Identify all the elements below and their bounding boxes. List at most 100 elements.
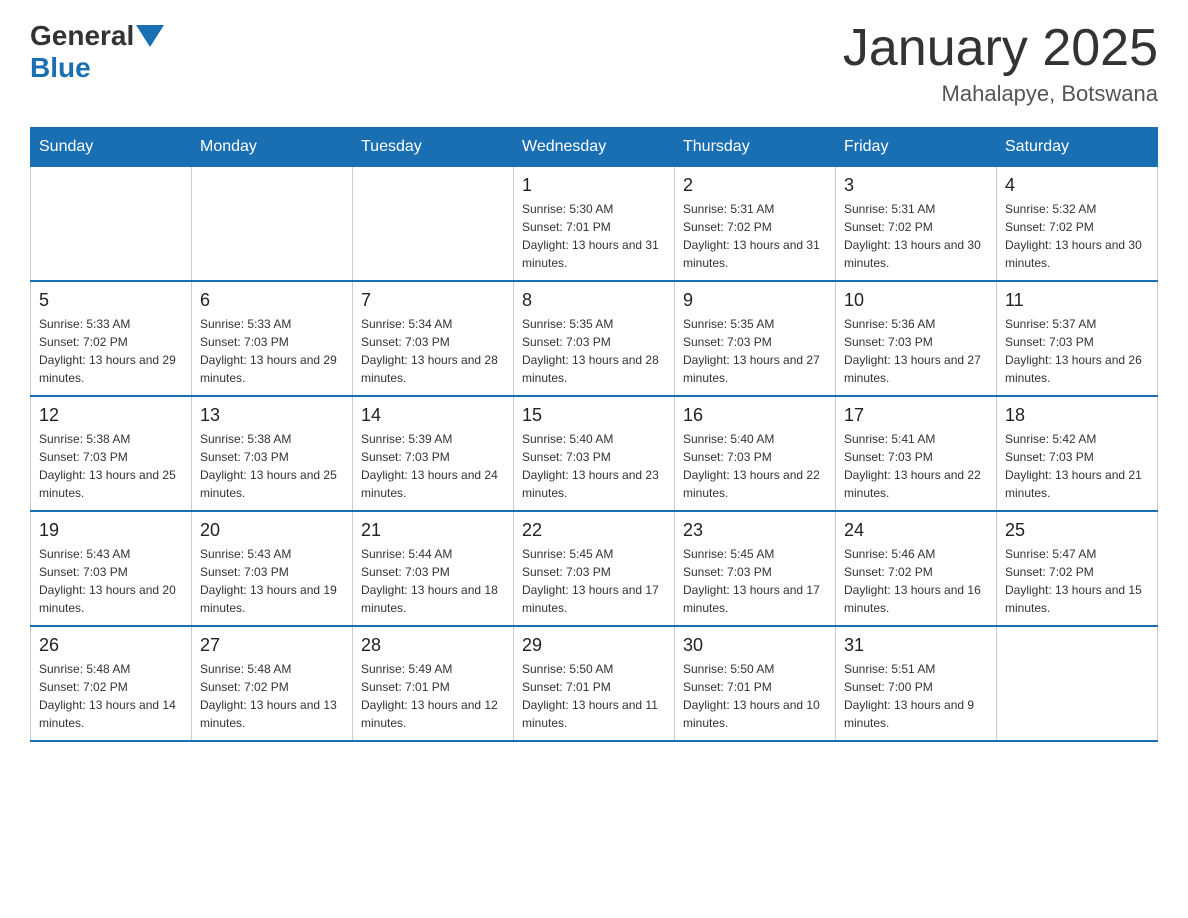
day-number: 8 [522, 290, 666, 311]
calendar-cell: 12 Sunrise: 5:38 AMSunset: 7:03 PMDayligh… [31, 396, 192, 511]
logo: General Blue [30, 20, 164, 84]
day-number: 11 [1005, 290, 1149, 311]
calendar-cell: 18 Sunrise: 5:42 AMSunset: 7:03 PMDayligh… [997, 396, 1158, 511]
day-info: Sunrise: 5:37 AMSunset: 7:03 PMDaylight:… [1005, 315, 1149, 387]
day-info: Sunrise: 5:31 AMSunset: 7:02 PMDaylight:… [683, 200, 827, 272]
calendar-cell: 14 Sunrise: 5:39 AMSunset: 7:03 PMDayligh… [353, 396, 514, 511]
logo-blue-text: Blue [30, 52, 91, 84]
logo-general-text: General [30, 20, 134, 52]
day-header-sunday: Sunday [31, 128, 192, 167]
day-info: Sunrise: 5:50 AMSunset: 7:01 PMDaylight:… [522, 660, 666, 732]
calendar-cell: 24 Sunrise: 5:46 AMSunset: 7:02 PMDayligh… [836, 511, 997, 626]
day-number: 25 [1005, 520, 1149, 541]
calendar-cell: 7Sunrise: 5:34 AMSunset: 7:03 PMDaylight… [353, 281, 514, 396]
day-number: 5 [39, 290, 183, 311]
day-header-monday: Monday [192, 128, 353, 167]
calendar-cell: 23 Sunrise: 5:45 AMSunset: 7:03 PMDayligh… [675, 511, 836, 626]
day-number: 16 [683, 405, 827, 426]
day-info: Sunrise: 5:35 AMSunset: 7:03 PMDaylight:… [522, 315, 666, 387]
calendar-cell [192, 167, 353, 282]
calendar-cell: 5 Sunrise: 5:33 AMSunset: 7:02 PMDaylight… [31, 281, 192, 396]
day-info: Sunrise: 5:38 AMSunset: 7:03 PMDaylight:… [39, 430, 183, 502]
calendar-title: January 2025 [843, 20, 1158, 77]
calendar-cell: 19 Sunrise: 5:43 AMSunset: 7:03 PMDayligh… [31, 511, 192, 626]
day-number: 4 [1005, 175, 1149, 196]
calendar-cell: 31Sunrise: 5:51 AMSunset: 7:00 PMDayligh… [836, 626, 997, 741]
calendar-cell [31, 167, 192, 282]
week-row-4: 19 Sunrise: 5:43 AMSunset: 7:03 PMDayligh… [31, 511, 1158, 626]
day-header-tuesday: Tuesday [353, 128, 514, 167]
day-number: 3 [844, 175, 988, 196]
calendar-cell: 17 Sunrise: 5:41 AMSunset: 7:03 PMDayligh… [836, 396, 997, 511]
calendar-cell: 21Sunrise: 5:44 AMSunset: 7:03 PMDayligh… [353, 511, 514, 626]
day-number: 14 [361, 405, 505, 426]
title-section: January 2025 Mahalapye, Botswana [843, 20, 1158, 107]
day-info: Sunrise: 5:38 AMSunset: 7:03 PMDaylight:… [200, 430, 344, 502]
day-number: 13 [200, 405, 344, 426]
calendar-cell: 13 Sunrise: 5:38 AMSunset: 7:03 PMDayligh… [192, 396, 353, 511]
week-row-3: 12 Sunrise: 5:38 AMSunset: 7:03 PMDayligh… [31, 396, 1158, 511]
day-header-wednesday: Wednesday [514, 128, 675, 167]
calendar-cell: 2 Sunrise: 5:31 AMSunset: 7:02 PMDaylight… [675, 167, 836, 282]
week-row-1: 1 Sunrise: 5:30 AMSunset: 7:01 PMDaylight… [31, 167, 1158, 282]
day-number: 15 [522, 405, 666, 426]
day-info: Sunrise: 5:46 AMSunset: 7:02 PMDaylight:… [844, 545, 988, 617]
day-number: 12 [39, 405, 183, 426]
day-info: Sunrise: 5:41 AMSunset: 7:03 PMDaylight:… [844, 430, 988, 502]
day-number: 17 [844, 405, 988, 426]
calendar-cell: 1 Sunrise: 5:30 AMSunset: 7:01 PMDaylight… [514, 167, 675, 282]
day-number: 19 [39, 520, 183, 541]
calendar-cell: 27Sunrise: 5:48 AMSunset: 7:02 PMDayligh… [192, 626, 353, 741]
calendar-cell: 22 Sunrise: 5:45 AMSunset: 7:03 PMDayligh… [514, 511, 675, 626]
day-number: 9 [683, 290, 827, 311]
day-number: 24 [844, 520, 988, 541]
day-number: 27 [200, 635, 344, 656]
day-info: Sunrise: 5:43 AMSunset: 7:03 PMDaylight:… [39, 545, 183, 617]
calendar-cell: 15Sunrise: 5:40 AMSunset: 7:03 PMDayligh… [514, 396, 675, 511]
day-header-saturday: Saturday [997, 128, 1158, 167]
day-number: 1 [522, 175, 666, 196]
calendar-cell: 3 Sunrise: 5:31 AMSunset: 7:02 PMDaylight… [836, 167, 997, 282]
day-number: 30 [683, 635, 827, 656]
day-number: 18 [1005, 405, 1149, 426]
calendar-cell: 6Sunrise: 5:33 AMSunset: 7:03 PMDaylight… [192, 281, 353, 396]
calendar-cell: 26Sunrise: 5:48 AMSunset: 7:02 PMDayligh… [31, 626, 192, 741]
calendar-cell: 20 Sunrise: 5:43 AMSunset: 7:03 PMDayligh… [192, 511, 353, 626]
calendar-cell: 16 Sunrise: 5:40 AMSunset: 7:03 PMDayligh… [675, 396, 836, 511]
day-info: Sunrise: 5:40 AMSunset: 7:03 PMDaylight:… [683, 430, 827, 502]
calendar-cell: 8 Sunrise: 5:35 AMSunset: 7:03 PMDaylight… [514, 281, 675, 396]
day-number: 28 [361, 635, 505, 656]
day-info: Sunrise: 5:51 AMSunset: 7:00 PMDaylight:… [844, 660, 988, 732]
day-info: Sunrise: 5:42 AMSunset: 7:03 PMDaylight:… [1005, 430, 1149, 502]
calendar-cell [353, 167, 514, 282]
day-number: 2 [683, 175, 827, 196]
day-number: 10 [844, 290, 988, 311]
day-info: Sunrise: 5:36 AMSunset: 7:03 PMDaylight:… [844, 315, 988, 387]
day-info: Sunrise: 5:43 AMSunset: 7:03 PMDaylight:… [200, 545, 344, 617]
day-info: Sunrise: 5:33 AMSunset: 7:03 PMDaylight:… [200, 315, 344, 387]
day-info: Sunrise: 5:31 AMSunset: 7:02 PMDaylight:… [844, 200, 988, 272]
day-info: Sunrise: 5:47 AMSunset: 7:02 PMDaylight:… [1005, 545, 1149, 617]
days-header-row: SundayMondayTuesdayWednesdayThursdayFrid… [31, 128, 1158, 167]
day-number: 26 [39, 635, 183, 656]
calendar-cell [997, 626, 1158, 741]
day-info: Sunrise: 5:30 AMSunset: 7:01 PMDaylight:… [522, 200, 666, 272]
calendar-cell: 9 Sunrise: 5:35 AMSunset: 7:03 PMDaylight… [675, 281, 836, 396]
calendar-cell: 25 Sunrise: 5:47 AMSunset: 7:02 PMDayligh… [997, 511, 1158, 626]
day-number: 21 [361, 520, 505, 541]
day-info: Sunrise: 5:39 AMSunset: 7:03 PMDaylight:… [361, 430, 505, 502]
day-number: 22 [522, 520, 666, 541]
day-info: Sunrise: 5:32 AMSunset: 7:02 PMDaylight:… [1005, 200, 1149, 272]
calendar-cell: 30 Sunrise: 5:50 AMSunset: 7:01 PMDayligh… [675, 626, 836, 741]
day-info: Sunrise: 5:33 AMSunset: 7:02 PMDaylight:… [39, 315, 183, 387]
day-number: 29 [522, 635, 666, 656]
day-header-thursday: Thursday [675, 128, 836, 167]
day-info: Sunrise: 5:45 AMSunset: 7:03 PMDaylight:… [522, 545, 666, 617]
day-number: 20 [200, 520, 344, 541]
day-info: Sunrise: 5:50 AMSunset: 7:01 PMDaylight:… [683, 660, 827, 732]
day-info: Sunrise: 5:45 AMSunset: 7:03 PMDaylight:… [683, 545, 827, 617]
day-number: 23 [683, 520, 827, 541]
page-header: General Blue January 2025 Mahalapye, Bot… [30, 20, 1158, 107]
day-info: Sunrise: 5:35 AMSunset: 7:03 PMDaylight:… [683, 315, 827, 387]
day-header-friday: Friday [836, 128, 997, 167]
